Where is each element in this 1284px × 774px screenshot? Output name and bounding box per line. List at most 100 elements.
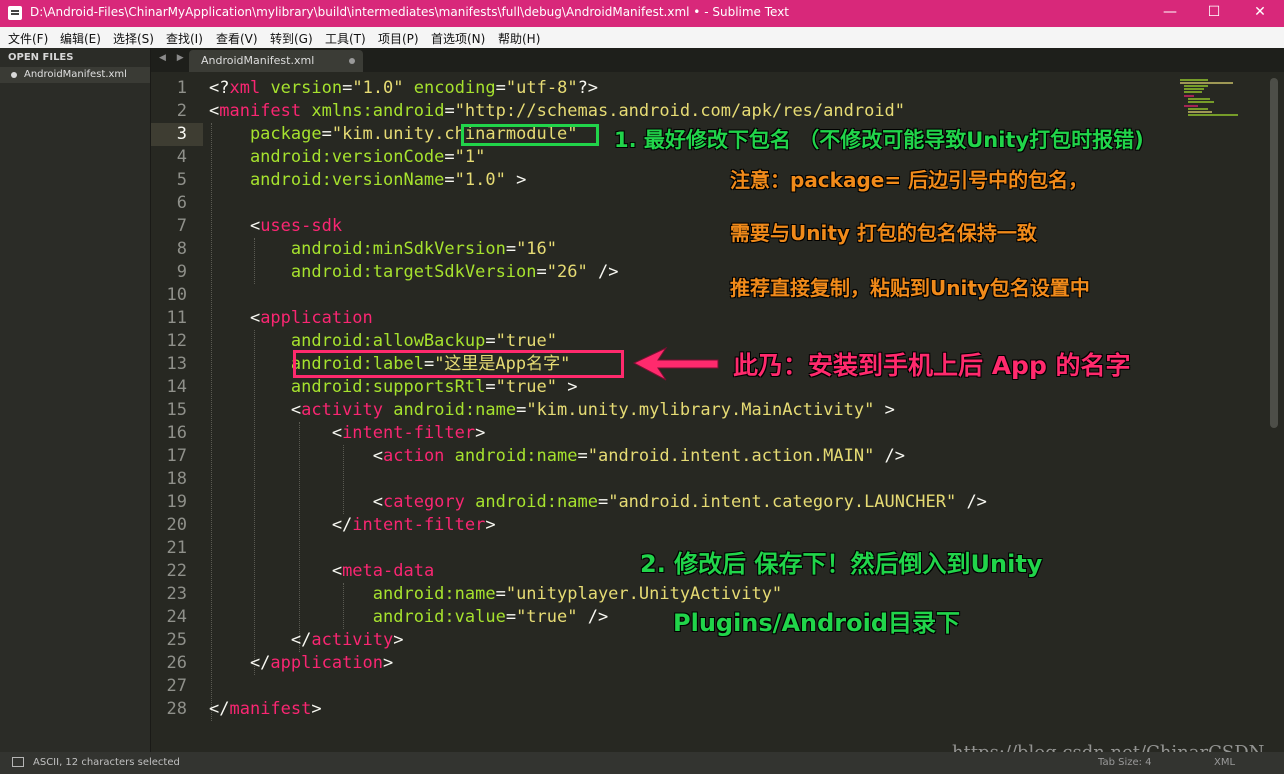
code-token: action — [383, 446, 445, 466]
tab-size-status[interactable]: Tab Size: 4 — [1098, 757, 1152, 768]
code-token: < — [209, 101, 220, 121]
code-line: <manifest xmlns:android="http://schemas.… — [209, 100, 905, 123]
line-number: 6 — [176, 193, 187, 213]
code-token: "1.0" — [454, 170, 506, 190]
tab-nav-arrows-icon[interactable]: ◀ ▶ — [159, 53, 188, 63]
line-number: 18 — [166, 469, 187, 489]
code-token: activity — [311, 630, 394, 650]
menu-item-view[interactable]: 查看(V) — [216, 30, 258, 47]
close-button[interactable]: ✕ — [1238, 0, 1282, 27]
note-package-match-1: 注意：package= 后边引号中的包名， — [730, 168, 1089, 192]
code-token: manifest — [219, 101, 302, 121]
selection-status: ASCII, 12 characters selected — [33, 757, 180, 768]
code-token: application — [260, 308, 373, 328]
code-line: android:supportsRtl="true" > — [209, 376, 578, 399]
code-token: > — [485, 515, 496, 535]
code-token: android:versionName — [209, 170, 445, 190]
code-token: manifest — [229, 699, 312, 719]
menu-item-help[interactable]: 帮助(H) — [498, 30, 540, 47]
menu-item-file[interactable]: 文件(F) — [8, 30, 48, 47]
code-line: android:versionCode="1" — [209, 146, 485, 169]
code-token: = — [516, 400, 527, 420]
code-token: < — [209, 423, 343, 443]
code-token: "http://schemas.android.com/apk/res/andr… — [454, 101, 906, 121]
code-token: android:name — [464, 492, 598, 512]
code-token: package — [209, 124, 322, 144]
note-save-import: 2. 修改后 保存下！然后倒入到Unity — [640, 550, 1043, 578]
sidebar: OPEN FILES AndroidManifest.xml — [0, 48, 151, 752]
console-panel-icon[interactable] — [12, 757, 24, 767]
vertical-scrollbar[interactable] — [1270, 78, 1278, 428]
code-line: <category android:name="android.intent.c… — [209, 491, 987, 514]
code-token: android:name — [383, 400, 517, 420]
note-package-match-2: 需要与Unity 打包的包名保持一致 — [730, 221, 1037, 245]
code-token: "16" — [516, 239, 558, 259]
line-number: 20 — [166, 515, 187, 535]
line-number: 28 — [166, 699, 187, 719]
menu-item-selection[interactable]: 选择(S) — [113, 30, 154, 47]
code-line: <intent-filter> — [209, 422, 486, 445]
code-token: android:supportsRtl — [209, 377, 486, 397]
menu-item-tools[interactable]: 工具(T) — [325, 30, 366, 47]
line-number: 5 — [176, 170, 187, 190]
code-line: <?xml version="1.0" encoding="utf-8"?> — [209, 77, 598, 100]
code-token: </ — [209, 515, 353, 535]
line-number: 23 — [166, 584, 187, 604]
code-line: <meta-data — [209, 560, 434, 583]
minimap[interactable] — [1178, 78, 1268, 118]
line-number: 7 — [176, 216, 187, 236]
menu-item-project[interactable]: 项目(P) — [378, 30, 419, 47]
tab-androidmanifest[interactable]: AndroidManifest.xml — [189, 50, 363, 72]
code-token: > — [874, 400, 895, 420]
code-token: "kim.unity.mylibrary.MainActivity" — [526, 400, 875, 420]
code-token: activity — [301, 400, 384, 420]
code-line: <action android:name="android.intent.act… — [209, 445, 905, 468]
line-number: 26 — [166, 653, 187, 673]
line-number: 13 — [166, 354, 187, 374]
code-token: category — [383, 492, 465, 512]
code-token: "26" — [546, 262, 588, 282]
menu-item-find[interactable]: 查找(I) — [166, 30, 203, 47]
menu-item-goto[interactable]: 转到(G) — [270, 30, 313, 47]
line-number: 16 — [166, 423, 187, 443]
code-token: </ — [209, 653, 271, 673]
syntax-status[interactable]: XML — [1214, 757, 1235, 768]
code-token: xmlns:android — [301, 101, 445, 121]
code-line: </application> — [209, 652, 393, 675]
code-token: = — [505, 239, 517, 259]
line-number: 15 — [166, 400, 187, 420]
code-line: <uses-sdk — [209, 215, 342, 238]
code-token: "1" — [454, 147, 486, 167]
code-line: </activity> — [209, 629, 404, 652]
code-token: uses-sdk — [260, 216, 343, 236]
code-token: </ — [209, 699, 230, 719]
menu-item-edit[interactable]: 编辑(E) — [60, 30, 101, 47]
open-files-header: OPEN FILES — [8, 52, 74, 63]
line-number: 11 — [166, 308, 187, 328]
line-number: 25 — [166, 630, 187, 650]
code-token: < — [209, 216, 261, 236]
menu-item-preferences[interactable]: 首选项(N) — [431, 30, 485, 47]
sidebar-item-androidmanifest[interactable]: AndroidManifest.xml — [0, 67, 150, 83]
line-number: 1 — [176, 78, 187, 98]
minimize-button[interactable]: — — [1148, 0, 1192, 27]
line-number: 19 — [166, 492, 187, 512]
code-token: > — [557, 377, 578, 397]
menu-bar: 文件(F) 编辑(E) 选择(S) 查找(I) 查看(V) 转到(G) 工具(T… — [0, 27, 1284, 49]
code-token: = — [505, 607, 517, 627]
line-number: 21 — [166, 538, 187, 558]
code-token: = — [597, 492, 609, 512]
line-number: 10 — [166, 285, 187, 305]
code-token: android:name — [444, 446, 578, 466]
code-token: = — [444, 101, 455, 121]
tab-unsaved-dot-icon[interactable] — [349, 58, 355, 64]
unsaved-dot-icon — [11, 72, 17, 78]
title-bar: D:\Android-Files\ChinarMyApplication\myl… — [0, 0, 1284, 27]
code-token: = — [321, 124, 332, 144]
code-token: "true" — [516, 607, 578, 627]
code-token: android:minSdkVersion — [209, 239, 506, 259]
code-token: = — [342, 78, 353, 98]
maximize-button[interactable]: ☐ — [1192, 0, 1236, 27]
line-number: 27 — [166, 676, 187, 696]
code-token: "1.0" — [352, 78, 404, 98]
